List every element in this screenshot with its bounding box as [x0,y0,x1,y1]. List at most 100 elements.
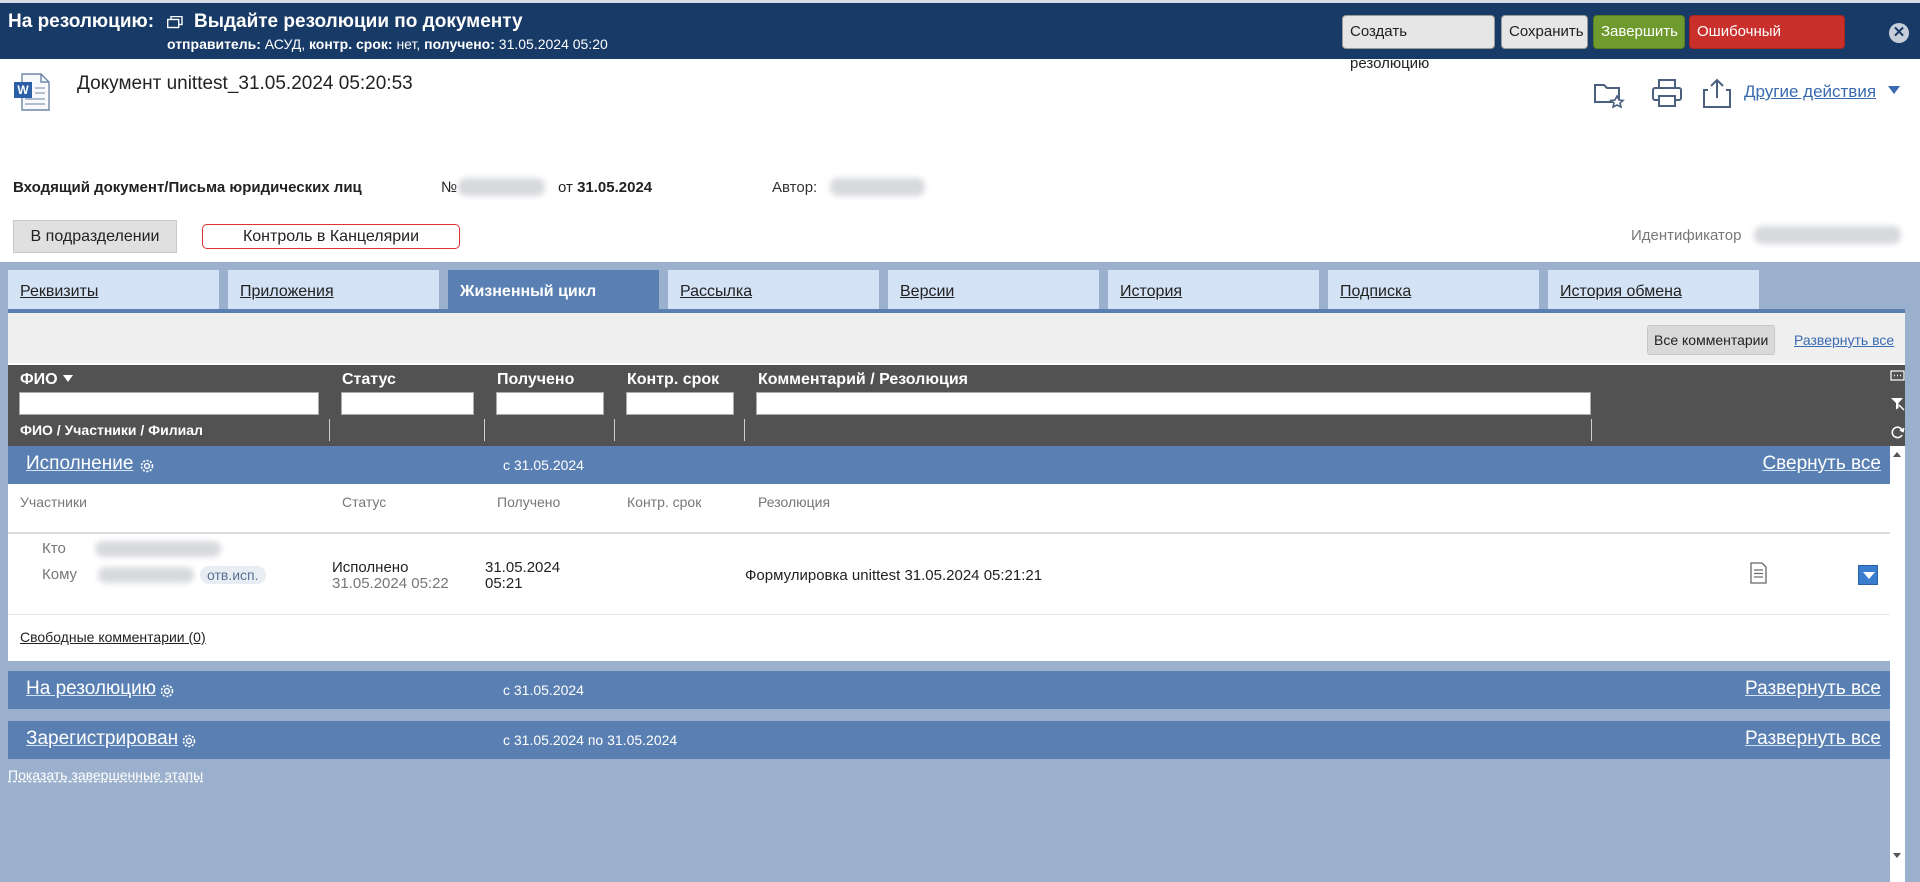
deadline-value: нет, [396,36,421,52]
tab-versions[interactable]: Версии [888,270,1099,310]
filter-header: ФИО Статус Получено Контр. срок Коммента… [8,365,1890,446]
to-label: Кому [42,566,78,583]
participants-header: Участники Статус Получено Контр. срок Ре… [8,484,1890,534]
stage-date: с 31.05.2024 по 31.05.2024 [503,732,678,748]
document-number-redacted [458,178,545,196]
close-icon[interactable]: ✕ [1889,23,1909,43]
refresh-icon[interactable] [1890,425,1905,440]
expand-all-link[interactable]: Развернуть все [1745,728,1881,750]
document-title: Документ unittest_31.05.2024 05:20:53 [77,73,413,94]
in-department-button[interactable]: В подразделении [13,220,177,253]
svg-text:W: W [17,83,29,97]
gear-icon[interactable] [180,732,198,750]
expand-all-link[interactable]: Развернуть все [1794,332,1894,348]
expand-all-link[interactable]: Развернуть все [1745,678,1881,700]
document-icon[interactable] [1748,562,1768,584]
lifecycle-toolbar [8,313,1905,363]
columns-settings-icon[interactable] [1890,368,1905,383]
tab-attachments[interactable]: Приложения [228,270,439,310]
scroll-up-icon[interactable] [1893,452,1901,457]
identifier-label: Идентификатор [1631,227,1742,244]
export-icon[interactable] [1700,76,1734,110]
responsible-badge: отв.исп. [200,566,266,584]
favorite-folder-icon[interactable] [1592,76,1626,110]
tab-exchange-history[interactable]: История обмена [1548,270,1759,310]
comment-filter-input[interactable] [756,392,1591,415]
stage-name[interactable]: Зарегистрирован [26,728,178,750]
scrollbar[interactable] [1890,446,1905,882]
task-meta: отправитель: АСУД, контр. срок: нет, пол… [167,36,608,52]
fio-filter-input[interactable] [19,392,319,415]
collapse-all-link[interactable]: Свернуть все [1762,453,1881,475]
status-time: 31.05.2024 05:22 [332,575,449,592]
tab-lifecycle[interactable]: Жизненный цикл [448,270,659,313]
column-divider [329,419,330,441]
scroll-down-icon[interactable] [1893,853,1901,858]
stage-name[interactable]: На резолюцию [26,678,156,700]
stage-execution: Исполнение с 31.05.2024 Свернуть все [8,446,1890,484]
document-date-prefix: от [558,179,573,196]
status-value: Исполнено [332,559,409,576]
to-redacted [98,567,194,583]
expand-row-icon[interactable] [1858,565,1878,585]
stage-date: с 31.05.2024 [503,457,584,473]
task-icon [167,16,183,29]
tab-history[interactable]: История [1108,270,1319,310]
column-received: Получено [497,371,575,388]
finish-button[interactable]: Завершить [1593,15,1685,49]
received-filter-input[interactable] [496,392,604,415]
who-redacted [95,541,221,557]
document-date-value: 31.05.2024 [577,179,653,196]
who-label: Кто [42,540,66,557]
create-resolution-button[interactable]: Создать резолюцию [1342,15,1495,72]
status-filter-input[interactable] [341,392,474,415]
document-date: от 31.05.2024 [558,179,652,196]
document-number-label: № [441,179,458,196]
chevron-down-icon[interactable] [1888,86,1900,94]
gear-icon[interactable] [138,457,156,475]
author-label: Автор: [772,179,818,196]
column-deadline: Контр. срок [627,371,720,388]
column-fio-label: ФИО [20,371,58,388]
column-divider [744,419,745,441]
stage-date: с 31.05.2024 [503,682,584,698]
resolution-text: Формулировка unittest 31.05.2024 05:21:2… [745,567,1043,584]
author-redacted [830,178,925,196]
received-date: 31.05.2024 [485,559,561,576]
other-actions-link[interactable]: Другие действия [1744,82,1876,102]
tab-mailing[interactable]: Рассылка [668,270,879,310]
task-bar-label: На резолюцию: [8,11,155,32]
header-status: Статус [342,494,387,510]
task-bar: На резолюцию: Выдайте резолюции по докум… [0,0,1920,72]
stage-name[interactable]: Исполнение [26,453,133,475]
received-time: 05:21 [485,575,523,592]
column-fio[interactable]: ФИО [20,371,73,389]
stage-resolution: На резолюцию с 31.05.2024 Развернуть все [8,671,1890,709]
chancellery-control-button[interactable]: Контроль в Канцелярии [202,224,460,249]
wrong-addressee-button[interactable]: Ошибочный адресат [1689,15,1845,72]
fio-participants-branch-label: ФИО / Участники / Филиал [20,422,203,438]
column-divider [614,419,615,441]
sender-label: отправитель: [167,36,261,52]
received-label: получено: [424,36,495,52]
identifier-redacted [1754,226,1901,244]
all-comments-button[interactable]: Все комментарии [1647,325,1776,355]
deadline-filter-input[interactable] [626,392,734,415]
column-status: Статус [342,371,396,388]
gear-icon[interactable] [158,682,176,700]
sender-value: АСУД, [264,36,306,52]
print-icon[interactable] [1650,76,1684,110]
document-type: Входящий документ/Письма юридических лиц [13,179,362,196]
save-button[interactable]: Сохранить [1501,15,1588,49]
tab-subscription[interactable]: Подписка [1328,270,1539,310]
free-comments-link[interactable]: Свободные комментарии (0) [20,629,206,645]
column-divider [1591,419,1592,441]
tab-requisites[interactable]: Реквизиты [8,270,219,310]
header-received: Получено [497,494,561,510]
clear-filter-icon[interactable] [1890,396,1905,411]
show-finished-stages-link[interactable]: Показать завершенные этапы [8,767,203,783]
sort-down-icon[interactable] [62,375,73,382]
received-value: 31.05.2024 05:20 [498,36,608,52]
header-resolution: Резолюция [758,494,831,510]
deadline-label: контр. срок: [308,36,393,52]
